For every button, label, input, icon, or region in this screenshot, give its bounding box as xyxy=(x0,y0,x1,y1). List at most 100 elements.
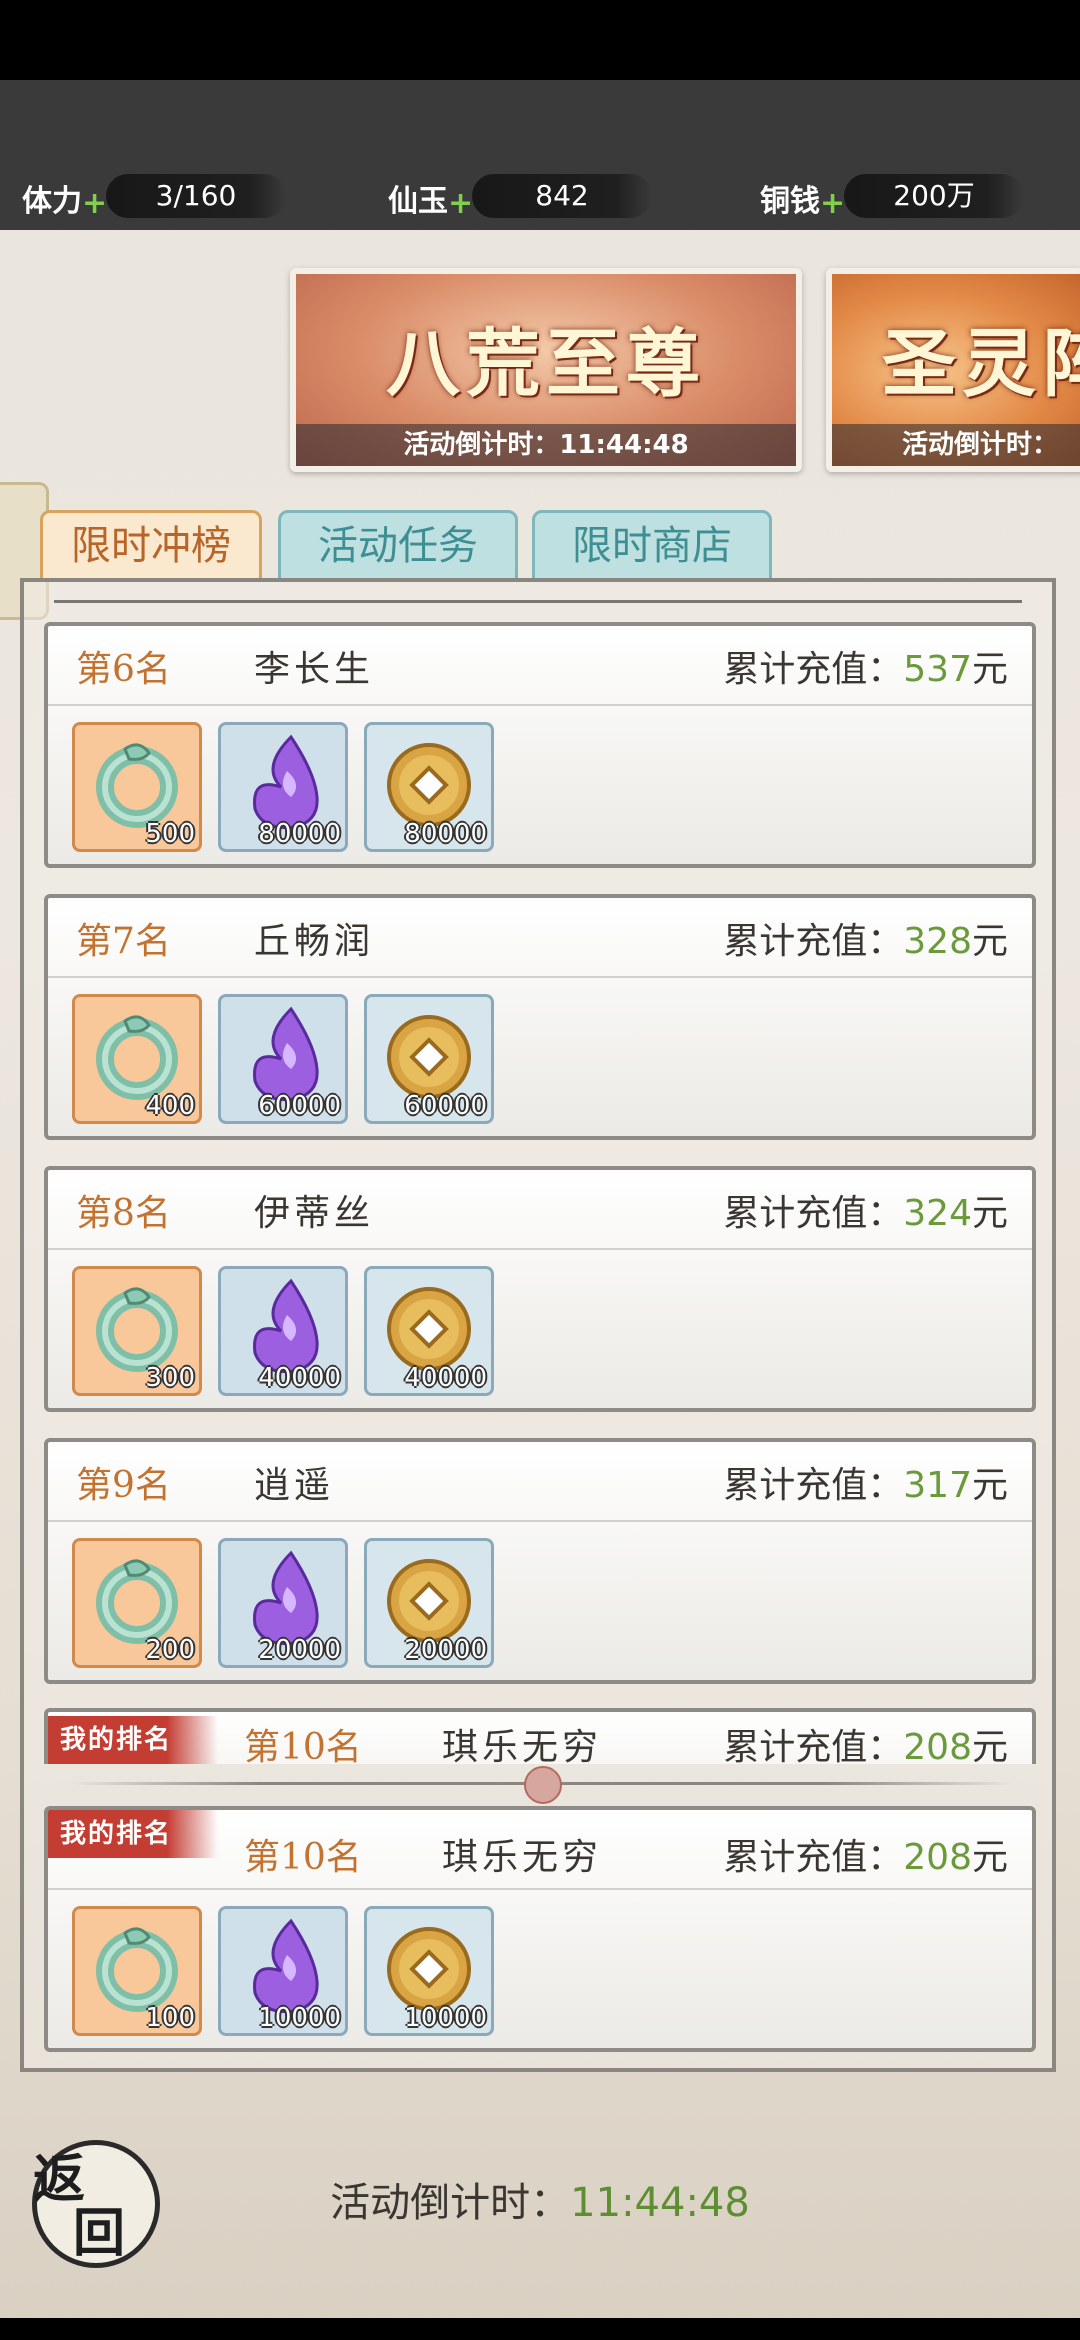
recharge-label: 累计充值： xyxy=(723,1837,904,1878)
rank-number: 第10名 xyxy=(244,1837,362,1878)
reward-item-coin[interactable]: 60000 xyxy=(364,994,494,1124)
my-rank-list-row: 我的排名 第10名 琪乐无穷 累计充值：208元 xyxy=(44,1708,1036,1764)
rank-card: 第8名 伊蒂丝 累计充值：324元 300 40000 40000 xyxy=(44,1166,1036,1412)
reward-quantity: 20000 xyxy=(258,1635,341,1665)
reward-item-jade[interactable]: 400 xyxy=(72,994,202,1124)
reward-item-coin[interactable]: 80000 xyxy=(364,722,494,852)
reward-item-crystal[interactable]: 40000 xyxy=(218,1266,348,1396)
reward-quantity: 300 xyxy=(145,1363,195,1393)
currency-unit: 元 xyxy=(971,1465,1008,1506)
recharge-label: 累计充值： xyxy=(723,649,904,690)
reward-quantity: 60000 xyxy=(404,1091,487,1121)
rank-card: 第9名 逍遥 累计充值：317元 200 20000 20000 xyxy=(44,1438,1036,1684)
reward-quantity: 40000 xyxy=(404,1363,487,1393)
reward-item-crystal[interactable]: 80000 xyxy=(218,722,348,852)
banner-timer: 活动倒计时： xyxy=(832,424,1080,466)
rank-number: 第8名 xyxy=(76,1193,171,1234)
card-header: 我的排名 第10名 琪乐无穷 累计充值：208元 xyxy=(48,1810,1032,1890)
rank-number: 第9名 xyxy=(76,1465,171,1506)
add-jade-icon[interactable]: + xyxy=(448,186,473,221)
reward-item-jade[interactable]: 300 xyxy=(72,1266,202,1396)
reward-item-jade[interactable]: 500 xyxy=(72,722,202,852)
event-countdown: 活动倒计时：11:44:48 xyxy=(0,2170,1080,2228)
reward-quantity: 10000 xyxy=(258,2003,341,2033)
player-name: 琪乐无穷 xyxy=(442,1837,603,1878)
reward-quantity: 500 xyxy=(145,819,195,849)
reward-item-coin[interactable]: 40000 xyxy=(364,1266,494,1396)
banner-title: 八荒至尊 xyxy=(386,321,706,407)
rank-card: 第7名 丘畅润 累计充值：328元 400 60000 60000 xyxy=(44,894,1036,1140)
recharge-label: 累计充值： xyxy=(723,921,904,962)
reward-item-jade[interactable]: 200 xyxy=(72,1538,202,1668)
reward-quantity: 400 xyxy=(145,1091,195,1121)
resource-label: 铜钱 xyxy=(760,184,820,219)
player-name: 琪乐无穷 xyxy=(442,1727,603,1764)
recharge-label: 累计充值： xyxy=(723,1193,904,1234)
rank-number: 第10名 xyxy=(244,1727,362,1764)
tab-activity-tasks[interactable]: 活动任务 xyxy=(278,510,518,582)
countdown-value: 11:44:48 xyxy=(570,2180,750,2226)
card-header: 第9名 逍遥 累计充值：317元 xyxy=(48,1442,1032,1522)
player-name: 伊蒂丝 xyxy=(254,1193,375,1234)
rank-number: 第7名 xyxy=(76,921,171,962)
add-stamina-icon[interactable]: + xyxy=(82,186,107,221)
reward-quantity: 40000 xyxy=(258,1363,341,1393)
card-header: 第7名 丘畅润 累计充值：328元 xyxy=(48,898,1032,978)
reward-quantity: 80000 xyxy=(258,819,341,849)
player-name: 丘畅润 xyxy=(254,921,375,962)
reward-item-crystal[interactable]: 60000 xyxy=(218,994,348,1124)
add-coins-icon[interactable]: + xyxy=(820,186,845,221)
countdown-label: 活动倒计时： xyxy=(330,2180,571,2226)
reward-item-jade[interactable]: 100 xyxy=(72,1906,202,2036)
recharge-amount: 317 xyxy=(903,1465,972,1506)
rank-number: 第6名 xyxy=(76,649,171,690)
resource-label: 体力 xyxy=(22,184,82,219)
resource-stamina: 体力 + 3/160 xyxy=(22,172,286,222)
my-rank-tag: 我的排名 xyxy=(48,1716,218,1764)
recharge-amount: 328 xyxy=(903,921,972,962)
recharge-total: 累计充值：208元 xyxy=(723,1828,1008,1880)
event-banner-bahuang[interactable]: 八荒至尊 活动倒计时：11:44:48 xyxy=(290,268,802,472)
recharge-total: 累计充值：328元 xyxy=(723,912,1008,964)
recharge-label: 累计充值： xyxy=(723,1727,904,1764)
banner-timer: 活动倒计时：11:44:48 xyxy=(296,424,796,466)
status-bar xyxy=(0,0,1080,80)
recharge-total: 累计充值：324元 xyxy=(723,1184,1008,1236)
resource-coins: 铜钱 + 200万 xyxy=(760,172,1024,222)
currency-unit: 元 xyxy=(971,1727,1008,1764)
resource-value: 3/160 xyxy=(106,174,286,218)
my-rank-tag: 我的排名 xyxy=(48,1810,218,1858)
reward-item-crystal[interactable]: 10000 xyxy=(218,1906,348,2036)
recharge-amount: 324 xyxy=(903,1193,972,1234)
player-name: 李长生 xyxy=(254,649,375,690)
card-header: 第8名 伊蒂丝 累计充值：324元 xyxy=(48,1170,1032,1250)
tab-limited-shop[interactable]: 限时商店 xyxy=(532,510,772,582)
reward-quantity: 60000 xyxy=(258,1091,341,1121)
reward-quantity: 200 xyxy=(145,1635,195,1665)
reward-quantity: 10000 xyxy=(404,2003,487,2033)
divider-ornament-icon xyxy=(524,1766,562,1804)
reward-quantity: 100 xyxy=(145,2003,195,2033)
recharge-total: 累计充值：537元 xyxy=(723,640,1008,692)
player-name: 逍遥 xyxy=(254,1465,335,1506)
currency-unit: 元 xyxy=(971,1837,1008,1878)
event-banner-shengling[interactable]: 圣灵阵 活动倒计时： xyxy=(826,268,1080,472)
recharge-label: 累计充值： xyxy=(723,1465,904,1506)
resource-jade: 仙玉 + 842 xyxy=(388,172,652,222)
recharge-amount: 208 xyxy=(903,1727,972,1764)
card-header: 第6名 李长生 累计充值：537元 xyxy=(48,626,1032,706)
reward-item-coin[interactable]: 10000 xyxy=(364,1906,494,2036)
recharge-amount: 537 xyxy=(903,649,972,690)
reward-item-crystal[interactable]: 20000 xyxy=(218,1538,348,1668)
currency-unit: 元 xyxy=(971,921,1008,962)
my-rank-card: 我的排名 第10名 琪乐无穷 累计充值：208元 100 10000 10000 xyxy=(44,1806,1036,2052)
reward-quantity: 20000 xyxy=(404,1635,487,1665)
tab-rank-race[interactable]: 限时冲榜 xyxy=(40,510,262,582)
panel-divider xyxy=(54,600,1022,603)
recharge-amount: 208 xyxy=(903,1837,972,1878)
reward-item-coin[interactable]: 20000 xyxy=(364,1538,494,1668)
currency-unit: 元 xyxy=(971,1193,1008,1234)
resource-label: 仙玉 xyxy=(388,184,448,219)
rank-card: 第6名 李长生 累计充值：537元 500 80000 80000 xyxy=(44,622,1036,868)
navigation-bar xyxy=(0,2318,1080,2340)
